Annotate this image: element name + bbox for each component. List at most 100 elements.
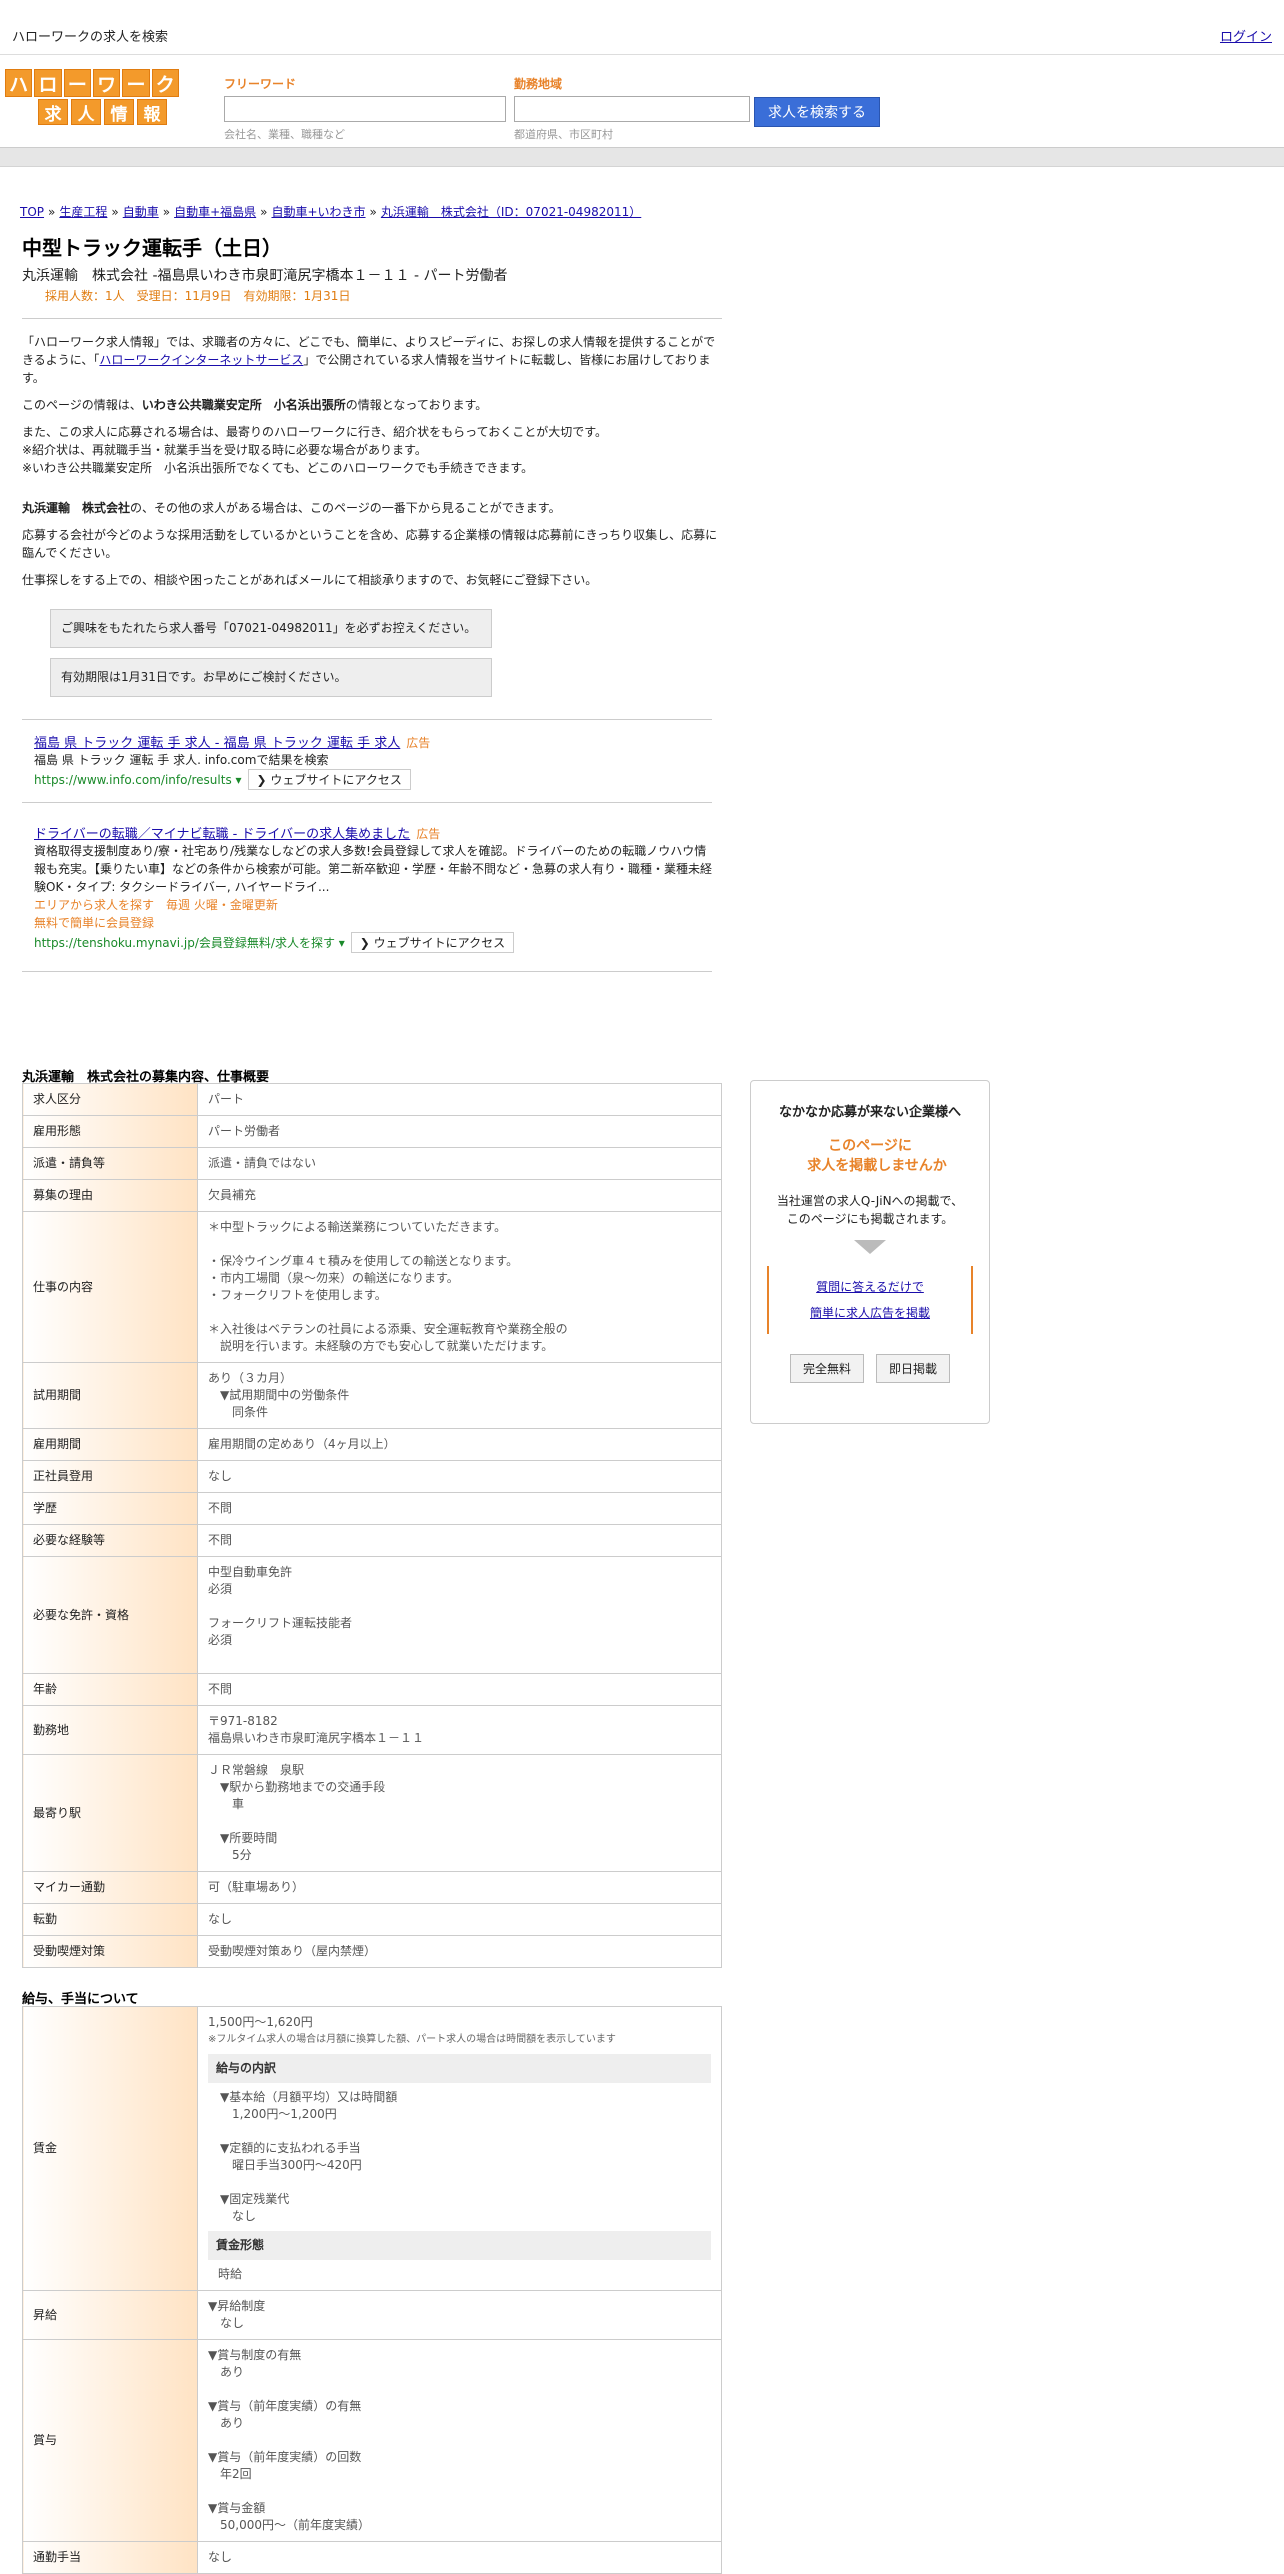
cell-line: ・フォークリフトを使用します。 bbox=[208, 1288, 387, 1302]
cell-line: 曜日手当300円〜420円 bbox=[208, 2158, 362, 2172]
apply-note-2: ※いわき公共職業安定所 小名浜出張所でなくても、どこのハローワークでも手続きでき… bbox=[22, 461, 534, 475]
breadcrumb-separator: » bbox=[48, 205, 56, 219]
breadcrumb-link[interactable]: 丸浜運輸 株式会社（ID：07021-04982011） bbox=[381, 205, 641, 219]
salary-table: 賃金 1,500円〜1,620円 ※フルタイム求人の場合は月額に換算した額、パー… bbox=[22, 2006, 722, 2574]
apply-paragraph: また、この求人に応募される場合は、最寄りのハローワークに行き、紹介状をもらってお… bbox=[22, 423, 724, 477]
job-meta: 採用人数：1人 受理日：11月9日 有効期限：1月31日 bbox=[45, 289, 351, 303]
row-label: 学歴 bbox=[22, 1492, 198, 1525]
row-label: 年齢 bbox=[22, 1673, 198, 1706]
wage-form-head: 賃金形態 bbox=[208, 2231, 711, 2260]
table-row: 学歴 不問 bbox=[22, 1492, 722, 1525]
table-row: 求人区分 パート bbox=[22, 1083, 722, 1116]
sidebar-link-post-ad[interactable]: 簡単に求人広告を掲載 bbox=[769, 1300, 971, 1326]
same-day-badge[interactable]: 即日掲載 bbox=[876, 1354, 951, 1383]
row-label: 最寄り駅 bbox=[22, 1754, 198, 1872]
office-paragraph: このページの情報は、いわき公共職業安定所 小名浜出張所の情報となっております。 bbox=[22, 396, 724, 414]
breadcrumb-link[interactable]: 自動車 bbox=[123, 205, 159, 219]
breadcrumb-link[interactable]: 自動車+いわき市 bbox=[271, 205, 365, 219]
ad-visit-button[interactable]: ❯ ウェブサイトにアクセス bbox=[247, 769, 411, 790]
row-label: 派遣・請負等 bbox=[22, 1147, 198, 1180]
row-label: 転勤 bbox=[22, 1903, 198, 1936]
header-band bbox=[0, 148, 1284, 167]
ad-title-link[interactable]: 福島 県 トラック 運転 手 求人 - 福島 県 トラック 運転 手 求人 bbox=[34, 736, 400, 751]
row-value: 1,500円〜1,620円 ※フルタイム求人の場合は月額に換算した額、パート求人… bbox=[197, 2006, 722, 2291]
job-subtitle: 丸浜運輸 株式会社 -福島県いわき市泉町滝尻字橋本１－１１ - パート労働者 bbox=[22, 268, 508, 284]
sidebar-badges: 完全無料 即日掲載 bbox=[751, 1354, 989, 1383]
ad-item: ドライバーの転職／マイナビ転職 - ドライバーの求人集めました 広告 資格取得支援… bbox=[22, 803, 712, 972]
cell-line: ▼賞与金額 bbox=[208, 2501, 266, 2515]
breadcrumb-link[interactable]: 自動車+福島県 bbox=[174, 205, 256, 219]
cell-line: ▼固定残業代 bbox=[208, 2192, 290, 2206]
ad-sitelink[interactable]: 無料で簡単に会員登録 bbox=[34, 914, 712, 932]
cell-line: パート bbox=[208, 1092, 245, 1106]
table-row: 正社員登用 なし bbox=[22, 1460, 722, 1493]
office-text: このページの情報は、 bbox=[22, 398, 142, 412]
table-row: 派遣・請負等 派遣・請負ではない bbox=[22, 1147, 722, 1180]
cell-line: なし bbox=[208, 1469, 233, 1483]
row-label: 雇用期間 bbox=[22, 1428, 198, 1461]
row-value: なし bbox=[197, 1460, 722, 1493]
wage-breakdown: ▼基本給（月額平均）又は時間額 1,200円〜1,200円 ▼定額的に支払われる… bbox=[208, 2089, 711, 2225]
sidebar-link-questions[interactable]: 質問に答えるだけで bbox=[769, 1274, 971, 1300]
row-label: 求人区分 bbox=[22, 1083, 198, 1116]
cell-line: 必須 bbox=[208, 1582, 233, 1596]
hellowork-internet-link[interactable]: ハローワークインターネットサービス bbox=[99, 353, 303, 367]
breadcrumb-link[interactable]: TOP bbox=[20, 205, 44, 219]
wage-range: 1,500円〜1,620円 bbox=[208, 2015, 313, 2029]
sidebar-catch-1: このページに bbox=[828, 1138, 912, 1154]
ad-url[interactable]: https://www.info.com/info/results bbox=[34, 773, 232, 787]
ad-visit-button[interactable]: ❯ ウェブサイトにアクセス bbox=[350, 932, 515, 953]
company-name: 丸浜運輸 株式会社 bbox=[22, 501, 131, 515]
table-row: 仕事の内容 ＊中型トラックによる輸送業務についていただきます。 ・保冷ウイング車４ｔ… bbox=[22, 1211, 722, 1363]
table-row: 雇用期間 雇用期間の定めあり（4ヶ月以上） bbox=[22, 1428, 722, 1461]
ad-title-link[interactable]: ドライバーの転職／マイナビ転職 - ドライバーの求人集めました bbox=[34, 827, 410, 842]
logo-char: ー bbox=[122, 69, 150, 97]
cell-line: なし bbox=[208, 2209, 257, 2223]
cell-line: パート労働者 bbox=[208, 1124, 281, 1138]
logo-char: 報 bbox=[137, 99, 167, 125]
ad-description: 資格取得支援制度あり/寮・社宅あり/残業なしなどの求人多数!会員登録して求人を確… bbox=[34, 844, 713, 894]
area-input[interactable] bbox=[514, 96, 750, 122]
freeword-input[interactable] bbox=[224, 96, 506, 122]
cell-line: ▼試用期間中の労働条件 bbox=[208, 1388, 350, 1402]
breakdown-head: 給与の内訳 bbox=[208, 2054, 711, 2083]
down-arrow-icon bbox=[854, 1240, 886, 1254]
table-row: 転勤 なし bbox=[22, 1903, 722, 1936]
ad-description: 福島 県 トラック 運転 手 求人. info.comで結果を検索 bbox=[34, 753, 329, 767]
cell-line: 50,000円〜（前年度実績） bbox=[208, 2518, 370, 2532]
cell-line bbox=[208, 2483, 711, 2500]
sidebar-heading: なかなか応募が来ない企業様へ bbox=[778, 1105, 961, 1120]
freeword-label: フリーワード bbox=[224, 77, 297, 91]
ads-section: 福島 県 トラック 運転 手 求人 - 福島 県 トラック 運転 手 求人 広告 … bbox=[22, 719, 712, 972]
row-value: 中型自動車免許 必須 フォークリフト運転技能者 必須 bbox=[197, 1556, 722, 1674]
cell-line: ・市内工場間（泉～勿来）の輸送になります。 bbox=[208, 1271, 459, 1285]
breadcrumb-separator: » bbox=[260, 205, 268, 219]
login-link[interactable]: ログイン bbox=[1220, 26, 1272, 45]
free-badge[interactable]: 完全無料 bbox=[789, 1354, 864, 1383]
intro-paragraph: 「ハローワーク求人情報」では、求職者の方々に、どこでも、簡単に、よりスピーディに… bbox=[22, 333, 724, 387]
ad-tag: 広告 bbox=[406, 736, 431, 750]
logo-char: ロ bbox=[34, 69, 62, 97]
ad-sitelink[interactable]: エリアから求人を探す 毎週 火曜・金曜更新 bbox=[34, 896, 712, 914]
wage-note: ※フルタイム求人の場合は月額に換算した額、パート求人の場合は時間額を表示していま… bbox=[208, 2034, 616, 2045]
row-value: ▼賞与制度の有無 あり ▼賞与（前年度実績）の有無 あり ▼賞与（前年度実績）の回数… bbox=[197, 2339, 722, 2542]
breadcrumb: TOP» 生産工程» 自動車» 自動車+福島県» 自動車+いわき市» 丸浜運輸 株式会社（… bbox=[20, 203, 1284, 220]
site-title: ハローワークの求人を検索 bbox=[12, 30, 169, 45]
ad-url[interactable]: https://tenshoku.mynavi.jp/会員登録無料/求人を探す bbox=[34, 936, 335, 950]
job-title: 中型トラック運転手（土日） bbox=[22, 236, 282, 260]
hellowork-logo[interactable]: ハローワーク 求人情報 bbox=[5, 69, 179, 127]
cell-line: 雇用期間の定めあり（4ヶ月以上） bbox=[208, 1437, 396, 1451]
wage-form: 時給 bbox=[218, 2267, 243, 2281]
table-row: 賞与 ▼賞与制度の有無 あり ▼賞与（前年度実績）の有無 あり ▼賞与（前年度実績）… bbox=[22, 2339, 722, 2542]
row-value: ▼昇給制度 なし bbox=[197, 2290, 722, 2340]
search-button[interactable]: 求人を検索する bbox=[754, 97, 880, 127]
cell-line: あり bbox=[208, 2416, 245, 2430]
table-row: 必要な経験等 不問 bbox=[22, 1524, 722, 1557]
ad-tag: 広告 bbox=[416, 827, 441, 841]
breadcrumb-link[interactable]: 生産工程 bbox=[59, 205, 107, 219]
row-label: 通勤手当 bbox=[22, 2541, 198, 2574]
area-label: 勤務地域 bbox=[514, 77, 563, 91]
row-value: 雇用期間の定めあり（4ヶ月以上） bbox=[197, 1428, 722, 1461]
cell-line: 福島県いわき市泉町滝尻字橋本１－１１ bbox=[208, 1731, 425, 1745]
logo-char: ハ bbox=[5, 69, 33, 97]
